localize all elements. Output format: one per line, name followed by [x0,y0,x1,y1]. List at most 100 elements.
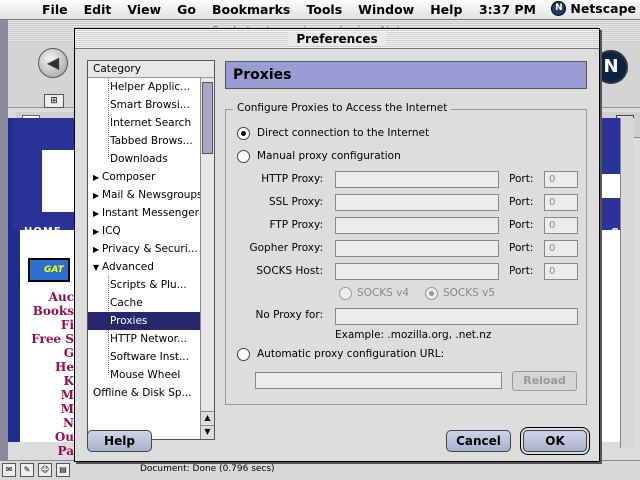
scroll-down-arrow-icon[interactable]: ▼ [201,425,214,438]
socks-v5-label[interactable]: SOCKS v5 [443,286,495,300]
proxy-port-field[interactable]: 0 [544,171,578,188]
page-link[interactable]: He [30,360,74,374]
category-label: Downloads [110,153,168,165]
proxy-port-label: Port: [509,219,534,231]
page-link[interactable]: M [30,388,74,402]
back-button[interactable]: ◀ [38,48,68,78]
page-banner-logo [42,150,74,212]
category-item[interactable]: ▶ ICQ [88,222,200,240]
scroll-up-arrow-icon[interactable]: ▲ [201,411,214,424]
mail-icon[interactable]: ✉ [2,463,16,477]
address-book-icon[interactable]: ▤ [56,463,70,477]
socks-v4-label[interactable]: SOCKS v4 [357,286,409,300]
direct-connection-radio[interactable] [237,127,250,140]
proxy-port-label: Port: [509,265,534,277]
category-item[interactable]: Cache [88,294,200,312]
auto-proxy-radio[interactable] [237,348,250,361]
category-item[interactable]: Internet Search [88,114,200,132]
twisty-collapsed-icon[interactable]: ▶ [93,223,102,240]
proxy-port-field[interactable]: 0 [544,263,578,280]
page-link[interactable]: Ou [30,430,74,444]
menu-tools[interactable]: Tools [298,2,350,17]
application-menu[interactable]: N Netscape [551,1,636,16]
menu-bar: File Edit View Go Bookmarks Tools Window… [0,0,640,20]
proxy-host-label: SOCKS Host: [256,265,323,277]
twisty-collapsed-icon[interactable]: ▶ [93,241,102,258]
page-banner [12,118,74,230]
menu-window[interactable]: Window [350,2,422,17]
category-label: Proxies [110,315,148,327]
menu-edit[interactable]: Edit [76,2,120,17]
menu-bookmarks[interactable]: Bookmarks [204,2,298,17]
category-label: Software Inst... [110,351,189,363]
category-item[interactable]: Offline & Disk Sp... [88,384,200,402]
proxy-host-field[interactable] [335,194,499,211]
category-item[interactable]: Software Inst... [88,348,200,366]
proxy-host-field[interactable] [335,263,499,280]
reload-button[interactable]: Reload [512,371,577,391]
proxy-host-field[interactable] [335,240,499,257]
proxy-port-field[interactable]: 0 [544,194,578,211]
category-item[interactable]: ▶ Instant Messenger [88,204,200,222]
twisty-collapsed-icon[interactable]: ▶ [93,205,102,222]
ok-button[interactable]: OK [523,430,587,452]
menu-clock[interactable]: 3:37 PM [479,2,536,17]
page-link[interactable]: Fi [30,318,74,332]
auto-proxy-label[interactable]: Automatic proxy configuration URL: [257,347,444,361]
im-icon[interactable]: ☺ [38,463,52,477]
proxy-port-field[interactable]: 0 [544,240,578,257]
category-label: Offline & Disk Sp... [93,387,192,399]
auto-proxy-url-field[interactable] [255,372,502,389]
cancel-button[interactable]: Cancel [446,430,511,452]
netscape-icon: N [551,1,567,16]
page-link[interactable]: K [30,374,74,388]
page-link[interactable]: G [30,346,74,360]
menu-view[interactable]: View [119,2,169,17]
socks-v5-radio[interactable] [425,287,438,300]
category-item[interactable]: Helper Applic... [88,78,200,96]
proxy-host-field[interactable] [335,217,499,234]
category-label: Advanced [102,261,154,273]
menu-file[interactable]: File [34,2,76,17]
category-item[interactable]: Tabbed Brows... [88,132,200,150]
home-link[interactable]: HOME [24,226,62,237]
category-scrollbar[interactable]: ▲ ▼ [200,78,214,439]
page-link[interactable]: N [30,416,74,430]
page-link[interactable]: M [30,402,74,416]
category-item[interactable]: Smart Browsi... [88,96,200,114]
category-item[interactable]: Mouse Wheel [88,366,200,384]
category-item[interactable]: ▼ Advanced [88,258,200,276]
personal-toolbar-icon[interactable]: ⊞ [44,94,64,108]
twisty-collapsed-icon[interactable]: ▶ [93,187,102,204]
proxy-port-field[interactable]: 0 [544,217,578,234]
page-link[interactable]: Pa [30,444,74,458]
category-item[interactable]: ▶ Privacy & Securi... [88,240,200,258]
help-button[interactable]: Help [87,430,152,452]
proxy-host-field[interactable] [335,171,499,188]
menu-go[interactable]: Go [169,2,204,17]
no-proxy-example: Example: .mozilla.org, .net.nz [335,329,492,341]
status-icons: ✉ ✎ ☺ ▤ [2,463,70,477]
composer-icon[interactable]: ✎ [20,463,34,477]
browser-scrollbar[interactable] [620,118,634,448]
twisty-collapsed-icon[interactable]: ▶ [93,169,102,186]
category-item[interactable]: ▶ Composer [88,168,200,186]
page-link[interactable]: Free S [30,332,74,346]
category-item[interactable]: Scripts & Plu... [88,276,200,294]
category-scrollbar-thumb[interactable] [202,82,213,154]
category-item[interactable]: ▶ Mail & Newsgroups [88,186,200,204]
no-proxy-field[interactable] [335,308,578,325]
socks-v4-radio[interactable] [339,287,352,300]
manual-proxy-radio[interactable] [237,150,250,163]
dialog-titlebar[interactable]: Preferences [75,29,599,49]
page-link[interactable]: Auc [30,290,74,304]
page-link[interactable]: Books [30,304,74,318]
twisty-expanded-icon[interactable]: ▼ [93,259,102,276]
direct-connection-label[interactable]: Direct connection to the Internet [257,126,429,140]
panel-title: Proxies [225,61,587,89]
category-item[interactable]: Downloads [88,150,200,168]
category-item[interactable]: Proxies [88,312,200,330]
menu-help[interactable]: Help [422,2,470,17]
manual-proxy-label[interactable]: Manual proxy configuration [257,149,401,163]
category-item[interactable]: HTTP Networ... [88,330,200,348]
